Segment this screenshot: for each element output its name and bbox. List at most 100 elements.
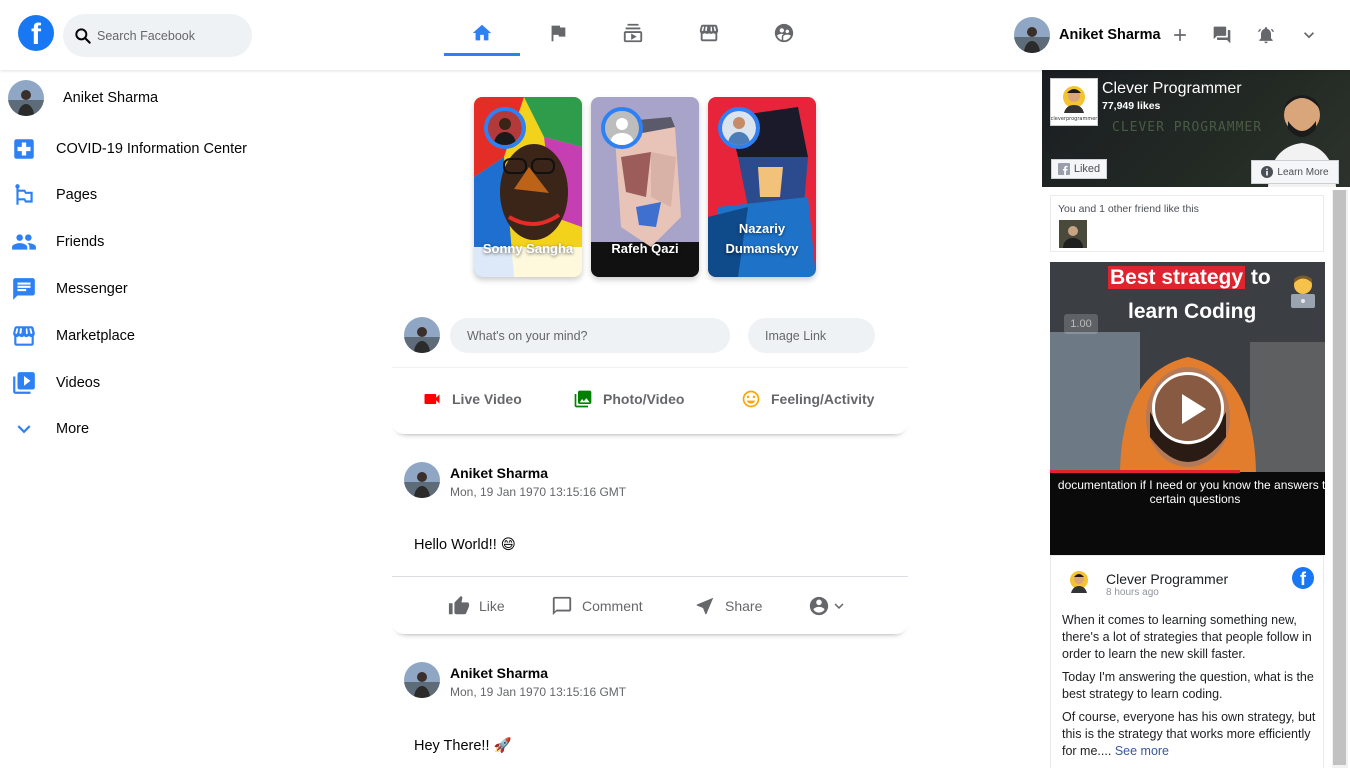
- play-icon[interactable]: [1152, 372, 1224, 444]
- sidebar-item-label: Messenger: [56, 281, 128, 297]
- share-button[interactable]: Share: [694, 595, 762, 617]
- page-post-author[interactable]: Clever Programmer: [1106, 571, 1228, 587]
- page-post-paragraph: When it comes to learning something new,…: [1062, 613, 1312, 661]
- photo-video-option[interactable]: Photo/Video: [573, 389, 684, 409]
- page-plugin-widget: CLEVER PROGRAMMER cleverprogrammer Cleve…: [1042, 70, 1350, 768]
- chat-icon: [8, 273, 40, 305]
- notifications-icon[interactable]: [1255, 24, 1277, 46]
- page-post-paragraph: Today I'm answering the question, what i…: [1062, 670, 1314, 701]
- page-logo[interactable]: cleverprogrammer: [1050, 78, 1098, 126]
- supervised-user-icon[interactable]: [771, 20, 797, 46]
- share-label: Share: [725, 598, 763, 614]
- comment-button[interactable]: Comment: [551, 595, 643, 617]
- video-caption: documentation if I need or you know the …: [1057, 478, 1325, 506]
- subscriptions-icon[interactable]: [620, 20, 646, 46]
- video-title-line2: learn Coding: [1128, 300, 1257, 323]
- page-post-ellipsis: ...: [1100, 744, 1115, 758]
- video-title-highlight: Best strategy: [1108, 266, 1246, 289]
- add-icon[interactable]: [1169, 24, 1191, 46]
- message-sender: Live Video Photo/Video Feeling/Activity: [392, 317, 908, 434]
- live-video-option[interactable]: Live Video: [422, 389, 522, 409]
- header: f Aniket Sharma: [0, 0, 1350, 70]
- facebook-logo[interactable]: f: [18, 15, 54, 51]
- videocam-icon: [424, 394, 440, 404]
- post: Aniket Sharma Mon, 19 Jan 1970 13:15:16 …: [392, 462, 908, 634]
- expand-more-icon[interactable]: [1298, 24, 1320, 46]
- image-link-input[interactable]: [748, 318, 875, 353]
- header-user-name[interactable]: Aniket Sharma: [1059, 27, 1161, 43]
- friends-like-text: You and 1 other friend like this: [1058, 203, 1199, 215]
- sidebar-item-label: More: [56, 421, 90, 437]
- playback-speed[interactable]: 1.00: [1064, 314, 1098, 334]
- sidebar-item-more[interactable]: More: [8, 409, 89, 449]
- post-message: Hey There!! 🚀: [414, 738, 512, 754]
- option-label: Feeling/Activity: [771, 391, 875, 407]
- forum-icon[interactable]: [1211, 24, 1233, 46]
- page-post-avatar[interactable]: [1063, 567, 1095, 599]
- comment-label: Comment: [582, 598, 643, 614]
- post-timestamp: Mon, 19 Jan 1970 13:15:16 GMT: [450, 485, 627, 499]
- search-input[interactable]: [97, 28, 237, 43]
- liked-button[interactable]: Liked: [1051, 159, 1107, 179]
- sidebar-item-label: COVID-19 Information Center: [56, 141, 247, 157]
- feeling-activity-option[interactable]: Feeling/Activity: [741, 389, 874, 409]
- chat-bubble-outline-icon: [552, 596, 572, 616]
- laptop-emoji-icon: [1291, 275, 1315, 308]
- sidebar-item-label: Friends: [56, 234, 105, 250]
- video-library-icon: [8, 367, 40, 399]
- flag-icon[interactable]: [545, 20, 571, 46]
- post-avatar[interactable]: [404, 662, 440, 698]
- video-player[interactable]: Best strategy to learn Coding 1.00 docum…: [1050, 262, 1325, 555]
- search-icon: [75, 27, 91, 44]
- like-button[interactable]: Like: [448, 595, 505, 617]
- storefront-icon: [8, 320, 40, 352]
- page-post-time[interactable]: 8 hours ago: [1106, 587, 1159, 598]
- story-card[interactable]: Sonny Sangha: [474, 97, 582, 277]
- friend-avatar[interactable]: [1059, 220, 1087, 248]
- sidebar-item-videos[interactable]: Videos: [8, 363, 100, 403]
- facebook-icon[interactable]: f: [1292, 567, 1314, 589]
- page-post-paragraph: Of course, everyone has his own strategy…: [1062, 709, 1317, 760]
- story-card[interactable]: Nazariy Dumanskyy: [708, 97, 816, 277]
- sidebar-item-pages[interactable]: Pages: [8, 175, 97, 215]
- page-name[interactable]: Clever Programmer: [1102, 80, 1242, 98]
- emoji-flags-icon: [8, 179, 40, 211]
- page-cover[interactable]: CLEVER PROGRAMMER cleverprogrammer Cleve…: [1042, 70, 1350, 187]
- sidebar-profile[interactable]: Aniket Sharma: [8, 78, 158, 118]
- option-label: Live Video: [452, 391, 522, 407]
- page-post-body: When it comes to learning something new,…: [1062, 612, 1317, 766]
- search-bar[interactable]: [63, 14, 252, 57]
- post-username[interactable]: Aniket Sharma: [450, 465, 548, 481]
- divider: [392, 576, 908, 577]
- widget-scrollbar-thumb[interactable]: [1333, 190, 1346, 765]
- video-title-rest: to: [1245, 266, 1271, 289]
- header-avatar[interactable]: [1014, 17, 1050, 53]
- people-icon: [8, 226, 40, 258]
- cover-text: CLEVER PROGRAMMER: [1112, 120, 1263, 135]
- learn-more-button[interactable]: Learn More: [1251, 160, 1339, 184]
- sidebar-item-covid[interactable]: COVID-19 Information Center: [8, 129, 247, 169]
- story-name: Rafeh Qazi: [611, 241, 679, 256]
- like-label: Like: [479, 598, 505, 614]
- story-card[interactable]: Rafeh Qazi: [591, 97, 699, 277]
- active-tab-indicator: [444, 53, 520, 56]
- status-input[interactable]: [450, 318, 730, 353]
- sidebar-item-messenger[interactable]: Messenger: [8, 269, 128, 309]
- post-message: Hello World!! 😄: [414, 537, 516, 553]
- info-icon: [1261, 166, 1274, 178]
- sidebar: Aniket Sharma COVID-19 Information Cente…: [0, 70, 380, 768]
- storefront-icon[interactable]: [696, 20, 722, 46]
- photo-library-icon: [574, 390, 592, 408]
- post-audience-dropdown[interactable]: [808, 595, 848, 617]
- post-avatar[interactable]: [404, 462, 440, 498]
- post-username[interactable]: Aniket Sharma: [450, 665, 548, 681]
- see-more-link[interactable]: See more: [1115, 744, 1169, 758]
- sidebar-item-friends[interactable]: Friends: [8, 222, 104, 262]
- composer-avatar: [404, 317, 440, 353]
- home-icon[interactable]: [469, 20, 495, 46]
- local-hospital-icon: [8, 133, 40, 165]
- sidebar-item-marketplace[interactable]: Marketplace: [8, 316, 135, 356]
- sidebar-item-label: Videos: [56, 375, 101, 391]
- story-avatar: [601, 107, 643, 149]
- insert-emoticon-icon: [742, 390, 760, 408]
